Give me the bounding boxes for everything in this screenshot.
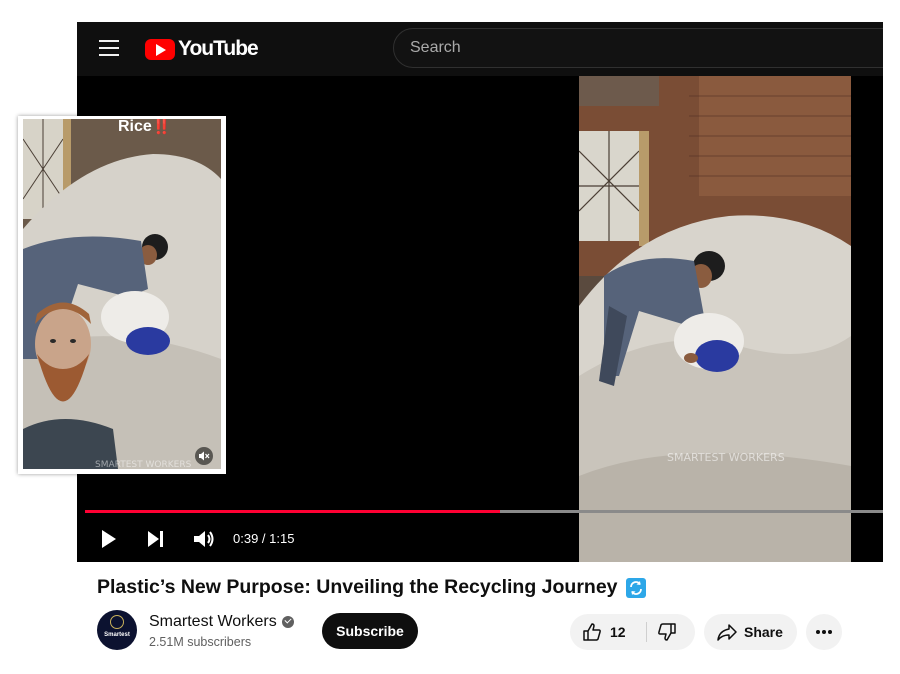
video-frame: SMARTEST WORKERS xyxy=(579,76,851,562)
logo-text: YouTube xyxy=(178,37,259,60)
overlay-caption: Rice‼️ xyxy=(118,119,172,135)
volume-icon xyxy=(194,531,214,547)
next-icon xyxy=(148,531,163,547)
video-title-text: Plastic’s New Purpose: Unveiling the Rec… xyxy=(97,576,618,598)
share-icon xyxy=(717,624,737,641)
channel-avatar[interactable]: Smartest xyxy=(97,610,137,650)
menu-icon[interactable] xyxy=(99,40,119,56)
like-dislike-group: 12 xyxy=(570,614,695,650)
like-button[interactable]: 12 xyxy=(570,614,642,650)
masthead: YouTube Search xyxy=(77,22,883,76)
mute-button[interactable] xyxy=(195,447,213,465)
more-actions-button[interactable] xyxy=(806,614,842,650)
sync-icon xyxy=(625,577,646,598)
video-still: SMARTEST WORKERS xyxy=(579,76,851,562)
search-input[interactable]: Search xyxy=(393,28,883,68)
share-label: Share xyxy=(744,624,783,640)
volume-button[interactable] xyxy=(192,528,216,555)
avatar-text: Smartest xyxy=(104,632,130,638)
channel-name-text: Smartest Workers xyxy=(149,613,277,630)
like-count: 12 xyxy=(610,624,626,640)
svg-text:SMARTEST WORKERS: SMARTEST WORKERS xyxy=(95,460,192,469)
youtube-logo-icon xyxy=(145,38,175,60)
youtube-logo[interactable]: YouTube xyxy=(145,37,259,61)
subscriber-count: 2.51M subscribers xyxy=(149,635,252,649)
channel-name[interactable]: Smartest Workers xyxy=(149,613,294,631)
progress-bar[interactable] xyxy=(85,510,883,513)
video-title: Plastic’s New Purpose: Unveiling the Rec… xyxy=(97,576,646,599)
thumbs-up-icon xyxy=(583,623,601,641)
like-divider xyxy=(646,622,647,642)
time-display: 0:39 / 1:15 xyxy=(233,531,295,546)
overlay-clip: SMARTEST WORKERS Rice‼️ xyxy=(18,116,226,474)
share-button[interactable]: Share xyxy=(704,614,797,650)
mute-icon xyxy=(199,451,210,461)
watermark: SMARTEST WORKERS xyxy=(667,451,785,464)
more-icon xyxy=(816,630,832,634)
subscribe-button[interactable]: Subscribe xyxy=(322,613,418,649)
play-button[interactable] xyxy=(99,528,119,555)
overlay-clip-video: SMARTEST WORKERS Rice‼️ xyxy=(23,119,221,469)
thumbs-down-icon xyxy=(658,623,676,641)
dislike-button[interactable] xyxy=(648,614,694,650)
player-controls: 0:39 / 1:15 xyxy=(77,518,883,562)
next-button[interactable] xyxy=(146,528,166,555)
verified-icon xyxy=(281,616,294,628)
progress-fill xyxy=(85,510,500,513)
play-icon xyxy=(102,530,116,548)
overlay-clip-still: SMARTEST WORKERS xyxy=(23,119,221,469)
